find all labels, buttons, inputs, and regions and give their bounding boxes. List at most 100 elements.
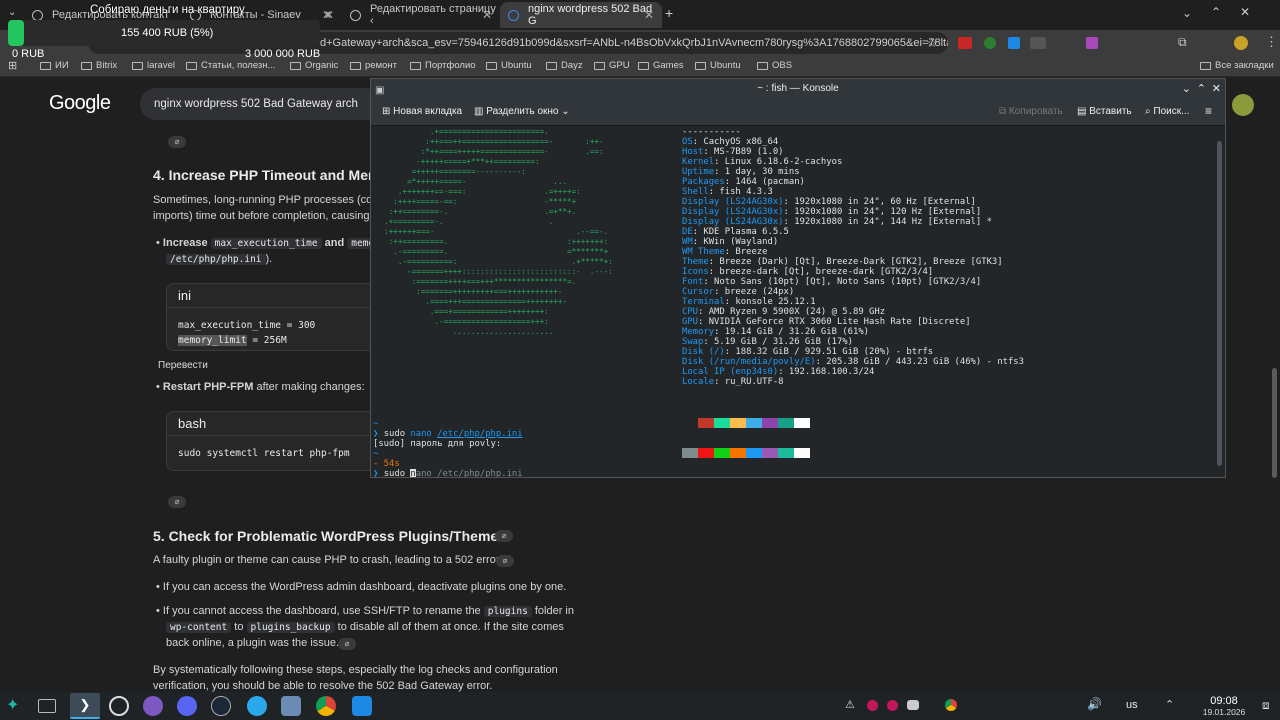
code-line: sudo systemctl restart php-fpm: [178, 448, 350, 459]
bookmark-label: ИИ: [55, 60, 69, 71]
paste-button[interactable]: ▤ Вставить: [1077, 106, 1132, 117]
fastfetch-info: ----------- OS: CachyOS x86_64 Host: MS-7B…: [682, 127, 1024, 387]
close-tab-icon[interactable]: ✕: [644, 8, 654, 22]
tab-edit-page[interactable]: Редактировать страницу ‹ ✕: [342, 2, 500, 28]
app-launcher-icon[interactable]: ✦: [6, 696, 26, 716]
chevron-down-icon: ⌄: [561, 106, 570, 117]
bookmark-folder[interactable]: Organic: [290, 60, 338, 71]
tray-discord-icon[interactable]: [907, 700, 919, 710]
bookmark-folder[interactable]: Ubuntu: [486, 60, 532, 71]
list-item-restart: • Restart PHP-FPM after making changes:: [156, 381, 365, 393]
link-icon[interactable]: ⌀: [168, 136, 186, 148]
link-icon[interactable]: ⌀: [495, 530, 513, 542]
fetch-value: : fish 4.3.3: [708, 187, 773, 197]
tray-chrome-icon[interactable]: [945, 699, 957, 711]
bookmark-folder[interactable]: ИИ: [40, 60, 69, 71]
tab-google-search[interactable]: nginx wordpress 502 Bad G ✕: [500, 2, 662, 28]
inline-code-path: /etc/php/php.ini: [166, 254, 266, 265]
minimize-window-icon[interactable]: ⌄: [1182, 6, 1192, 20]
bookmark-folder[interactable]: ремонт: [350, 60, 397, 71]
address-url: d+Gateway+arch&sca_esv=75946126d91b099d&…: [320, 37, 948, 49]
minimize-icon[interactable]: ⌄: [1182, 79, 1191, 99]
paragraph-final-1: By systematically following these steps,…: [153, 664, 558, 676]
purple-extension-icon[interactable]: [1086, 37, 1098, 49]
show-desktop-icon[interactable]: ⧈: [1262, 698, 1270, 713]
fetch-key: GPU: [682, 317, 699, 327]
hamburger-menu-icon[interactable]: ≡: [1205, 104, 1212, 118]
tray-expand-icon[interactable]: ⌃: [1165, 698, 1174, 711]
split-view-button[interactable]: ▥ Разделить окно ⌄: [474, 106, 570, 117]
discord-icon[interactable]: [177, 696, 197, 716]
bookmark-folder[interactable]: Портфолио: [410, 60, 476, 71]
command-duration: - 54s: [373, 459, 400, 469]
maximize-window-icon[interactable]: ⌃: [1211, 5, 1221, 19]
menu-dots-icon[interactable]: ⋮: [1265, 34, 1278, 50]
konsole-window: ▣ ~ : fish — Konsole ⌄ ⌃ ✕ ⊞ Новая вклад…: [370, 78, 1226, 478]
page-scrollbar[interactable]: [1272, 368, 1277, 478]
puzzle-icon[interactable]: ⧉: [1178, 35, 1187, 50]
keyboard-layout[interactable]: us: [1126, 699, 1138, 711]
steam-like-icon[interactable]: [109, 696, 129, 716]
close-tab-icon[interactable]: ✕: [482, 8, 492, 22]
ini-code-block: ini max_execution_time = 300 memory_limi…: [166, 283, 386, 351]
terminal-task-icon[interactable]: ❯: [70, 693, 100, 719]
shield-extension-icon[interactable]: [984, 37, 996, 49]
google-logo[interactable]: Google: [49, 92, 111, 115]
tray-red-icon[interactable]: [887, 700, 898, 711]
search-button[interactable]: ⌕ Поиск...: [1145, 106, 1189, 117]
paragraph-final-2: verification, you should be able to reso…: [153, 680, 493, 692]
bookmark-folder[interactable]: OBS: [757, 60, 792, 71]
palette-swatch: [762, 418, 778, 428]
command-line-2[interactable]: ❯ sudo nano /etc/php/php.ini: [373, 469, 523, 477]
new-tab-icon[interactable]: +: [665, 5, 673, 21]
fetch-row: Swap: 5.19 GiB / 31.26 GiB (17%): [682, 337, 1024, 347]
new-extension-icon[interactable]: [1030, 37, 1046, 49]
maximize-icon[interactable]: ⌃: [1197, 79, 1206, 99]
account-avatar[interactable]: [1232, 94, 1254, 116]
tray-alert-icon[interactable]: ⚠: [845, 698, 855, 711]
steam-icon[interactable]: [211, 696, 231, 716]
file-manager-icon[interactable]: [281, 696, 301, 716]
terminal-scrollbar[interactable]: [1217, 141, 1222, 466]
terminal-output[interactable]: .+=======================. :++===++=====…: [371, 127, 1216, 477]
link-icon[interactable]: ⌀: [338, 638, 356, 650]
terminal-app-icon: ▣: [375, 85, 385, 96]
bookmark-folder[interactable]: laravel: [132, 60, 175, 71]
palette-swatch: [762, 448, 778, 458]
chrome-icon[interactable]: [316, 696, 336, 716]
editor-icon[interactable]: [352, 696, 372, 716]
bookmark-folder[interactable]: Статьи, полезн...: [186, 60, 275, 71]
blue-extension-icon[interactable]: [1008, 37, 1020, 49]
new-tab-label: Новая вкладка: [393, 106, 463, 117]
bookmark-folder[interactable]: Bitrix: [81, 60, 117, 71]
vpn-icon[interactable]: [143, 696, 163, 716]
folder-icon: [186, 61, 197, 70]
ascii-line: .===+============++++++++:: [375, 307, 549, 316]
bookmark-folder[interactable]: Dayz: [546, 60, 583, 71]
close-icon[interactable]: ✕: [1212, 79, 1221, 99]
tray-red-icon[interactable]: [867, 700, 878, 711]
link-icon[interactable]: ⌀: [168, 496, 186, 508]
copy-button[interactable]: ⧉ Копировать: [999, 106, 1063, 117]
folder-icon: [638, 61, 649, 70]
desktop-switcher-icon[interactable]: [38, 699, 56, 713]
bookmark-folder[interactable]: Games: [638, 60, 684, 71]
link-icon[interactable]: ⌀: [496, 555, 514, 567]
profile-avatar[interactable]: [1234, 36, 1248, 50]
folder-icon: [81, 61, 92, 70]
konsole-titlebar[interactable]: ▣ ~ : fish — Konsole ⌄ ⌃ ✕: [371, 79, 1225, 99]
tray-volume-icon[interactable]: 🔊: [1087, 697, 1102, 711]
fetch-value: : 1920x1080 in 24", 120 Hz [External]: [783, 207, 982, 217]
abp-extension-icon[interactable]: [958, 37, 972, 49]
apps-grid-icon[interactable]: ⊞: [8, 59, 17, 72]
new-tab-button[interactable]: ⊞ Новая вкладка: [382, 106, 462, 117]
li-text: If you can access the WordPress admin da…: [162, 581, 567, 593]
bookmark-star-icon[interactable]: ☆: [926, 35, 938, 51]
all-bookmarks[interactable]: Все закладки: [1200, 60, 1274, 71]
telegram-icon[interactable]: [247, 696, 267, 716]
translate-tooltip[interactable]: Перевести: [158, 358, 208, 374]
close-window-icon[interactable]: ✕: [1240, 5, 1250, 19]
bookmark-folder[interactable]: GPU: [594, 60, 630, 71]
clock[interactable]: 09:08 19.01.2026: [1198, 695, 1250, 717]
bookmark-folder[interactable]: Ubuntu: [695, 60, 741, 71]
